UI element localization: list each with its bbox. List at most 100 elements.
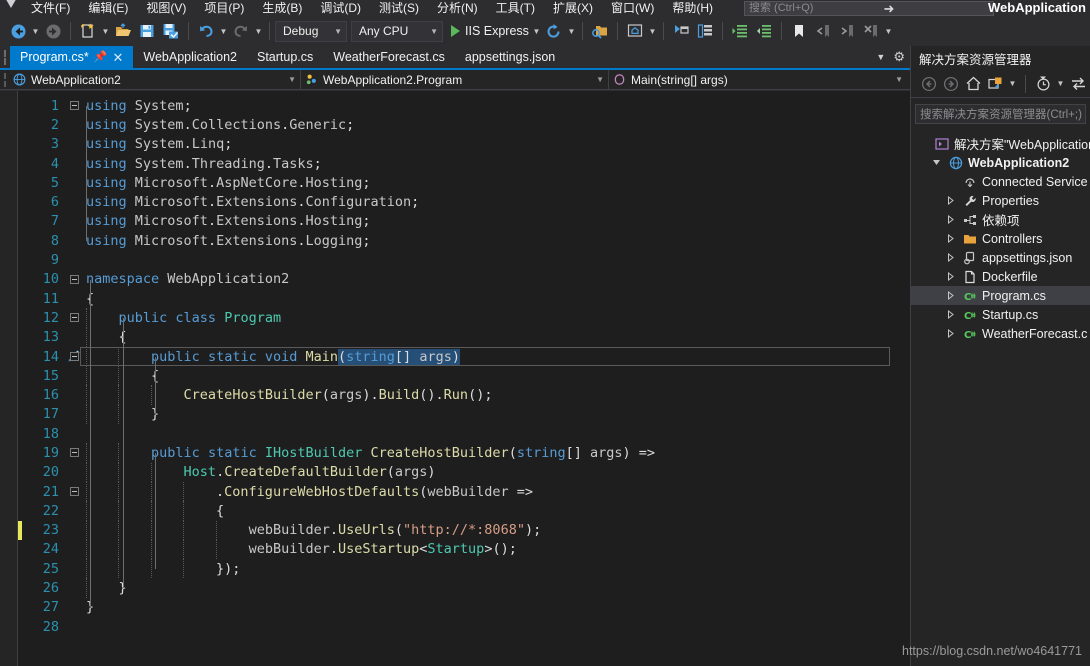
menu-item-build[interactable]: 生成(B) <box>253 1 311 16</box>
code-line[interactable]: 23 webBuilder.UseUrls("http://*:8068"); <box>18 520 910 540</box>
code-line[interactable]: 22 { <box>18 501 910 521</box>
se-home-button[interactable] <box>963 73 983 95</box>
code-line[interactable]: 3 using System.Linq; <box>18 135 910 154</box>
undo-dropdown-icon[interactable]: ▼ <box>218 19 229 43</box>
navbar-project-combo[interactable]: WebApplication2 ▼ <box>9 69 301 90</box>
new-item-dropdown-icon[interactable]: ▼ <box>100 19 111 43</box>
collapse-region-icon[interactable] <box>69 487 79 497</box>
close-icon[interactable]: ✕ <box>112 51 123 64</box>
code-line[interactable]: 6 using Microsoft.Extensions.Configuratio… <box>18 192 910 211</box>
chevron-right-icon[interactable] <box>943 215 957 224</box>
code-line[interactable]: 28 <box>18 617 910 636</box>
outlining-margin[interactable] <box>62 448 86 458</box>
code-line[interactable]: 5 using Microsoft.AspNetCore.Hosting; <box>18 173 910 192</box>
start-debugging-button[interactable]: IIS Express <box>447 19 531 43</box>
chevron-right-icon[interactable] <box>943 329 957 338</box>
se-pending-changes-button[interactable] <box>1033 73 1053 95</box>
menu-item-extensions[interactable]: 扩展(X) <box>544 1 602 16</box>
find-in-folder-button[interactable] <box>588 19 612 43</box>
collapse-region-icon[interactable] <box>69 101 79 111</box>
pin-icon[interactable]: 📌 <box>94 51 108 63</box>
tab-webapplication2[interactable]: WebApplication2 <box>133 46 247 68</box>
se-pending-changes-dropdown-icon[interactable]: ▼ <box>1055 72 1066 96</box>
menu-item-help[interactable]: 帮助(H) <box>663 1 722 16</box>
open-file-button[interactable] <box>111 19 135 43</box>
chevron-right-icon[interactable] <box>943 310 957 319</box>
tab-program-cs[interactable]: Program.cs* 📌 ✕ <box>10 46 134 68</box>
chevron-right-icon[interactable] <box>943 272 957 281</box>
tree-item-connected-service[interactable]: Connected Service <box>911 172 1090 191</box>
properties-window-button[interactable] <box>669 19 693 43</box>
tree-item-startup-cs[interactable]: C Startup.cs <box>911 305 1090 324</box>
new-item-button[interactable] <box>76 19 100 43</box>
se-new-folder-button[interactable] <box>985 73 1005 95</box>
hot-reload-button[interactable] <box>542 19 566 43</box>
tree-item-program-cs[interactable]: C Program.cs <box>911 286 1090 305</box>
code-line[interactable]: 7 using Microsoft.Extensions.Hosting; <box>18 212 910 231</box>
solution-explorer-search-input[interactable]: 搜索解决方案资源管理器(Ctrl+;) <box>915 104 1086 124</box>
chevron-right-icon[interactable] <box>943 291 957 300</box>
collapse-region-icon[interactable] <box>69 313 79 323</box>
code-line[interactable]: 21 .ConfigureWebHostDefaults(webBuilder … <box>18 481 910 502</box>
run-target-dropdown-icon[interactable]: ▼ <box>531 19 542 43</box>
next-bookmark-button[interactable] <box>835 19 859 43</box>
tree-item-webapplication[interactable]: 解决方案"WebApplication <box>911 134 1090 153</box>
code-line[interactable]: 19 public static IHostBuilder CreateHost… <box>18 443 910 463</box>
previous-bookmark-button[interactable] <box>811 19 835 43</box>
chevron-right-icon[interactable] <box>943 196 957 205</box>
decrease-indent-button[interactable] <box>752 19 776 43</box>
toolbar-overflow-icon[interactable]: ▼ <box>883 19 894 43</box>
tab-strip-grip[interactable] <box>0 46 10 68</box>
code-line[interactable]: 4 using System.Threading.Tasks; <box>18 154 910 173</box>
outlining-margin[interactable] <box>62 313 86 323</box>
code-line[interactable]: 8 using Microsoft.Extensions.Logging; <box>18 231 910 250</box>
hot-reload-dropdown-icon[interactable]: ▼ <box>566 19 577 43</box>
navigate-forward-button[interactable] <box>41 19 65 43</box>
code-line[interactable]: 14 public static void Main(string[] args… <box>18 346 910 367</box>
se-back-button[interactable] <box>919 73 939 95</box>
code-line[interactable]: 13 { <box>18 327 910 347</box>
redo-dropdown-icon[interactable]: ▼ <box>253 19 264 43</box>
tree-item-weatherforecast-c[interactable]: C WeatherForecast.c <box>911 324 1090 343</box>
code-line[interactable]: 12 public class Program <box>18 308 910 328</box>
clear-bookmarks-button[interactable] <box>859 19 883 43</box>
menu-item-project[interactable]: 项目(P) <box>195 1 253 16</box>
menu-item-tools[interactable]: 工具(T) <box>487 1 544 16</box>
tree-item-[interactable]: 依赖项 <box>911 210 1090 229</box>
toggle-bookmark-button[interactable] <box>787 19 811 43</box>
tab-appsettings-json[interactable]: appsettings.json <box>455 46 565 68</box>
se-new-folder-dropdown-icon[interactable]: ▼ <box>1007 72 1018 96</box>
menu-item-window[interactable]: 窗口(W) <box>602 1 663 16</box>
code-line[interactable]: 10 namespace WebApplication2 <box>18 270 910 289</box>
navigate-back-button[interactable] <box>6 19 30 43</box>
code-line[interactable]: 20 Host.CreateDefaultBuilder(args) <box>18 462 910 482</box>
code-line[interactable]: 1 using System; <box>18 96 910 115</box>
code-line[interactable]: 2 using System.Collections.Generic; <box>18 115 910 134</box>
code-editor[interactable]: 1 using System; 2 using System.Collections.… <box>0 91 910 666</box>
code-line[interactable]: 26 } <box>18 578 910 598</box>
redo-button[interactable] <box>229 19 253 43</box>
tab-weatherforecast-cs[interactable]: WeatherForecast.cs <box>323 46 455 68</box>
menu-item-edit[interactable]: 编辑(E) <box>79 1 137 16</box>
se-sync-button[interactable] <box>1068 73 1088 95</box>
tree-item-dockerfile[interactable]: Dockerfile <box>911 267 1090 286</box>
undo-button[interactable] <box>194 19 218 43</box>
gear-icon[interactable]: ⚙ <box>893 49 905 65</box>
outlining-margin[interactable] <box>62 274 86 284</box>
chevron-right-icon[interactable] <box>943 234 957 243</box>
navbar-type-combo[interactable]: WebApplication2.Program ▼ <box>301 69 609 90</box>
se-forward-button[interactable] <box>941 73 961 95</box>
chevron-right-icon[interactable] <box>943 253 957 262</box>
code-line[interactable]: 15 { <box>18 366 910 386</box>
solution-platform-combo[interactable]: Any CPU ▼ <box>351 20 443 42</box>
increase-indent-button[interactable] <box>728 19 752 43</box>
preview-dropdown-icon[interactable]: ▼ <box>647 19 658 43</box>
navbar-grip[interactable] <box>0 70 9 90</box>
tree-item-webapplication2[interactable]: WebApplication2 <box>911 153 1090 172</box>
tab-startup-cs[interactable]: Startup.cs <box>247 46 323 68</box>
save-button[interactable] <box>135 19 159 43</box>
object-browser-button[interactable] <box>693 19 717 43</box>
solution-configuration-combo[interactable]: Debug ▼ <box>275 20 347 42</box>
tab-list-dropdown-icon[interactable]: ▼ <box>876 52 885 62</box>
code-line[interactable]: 27} <box>18 598 910 617</box>
